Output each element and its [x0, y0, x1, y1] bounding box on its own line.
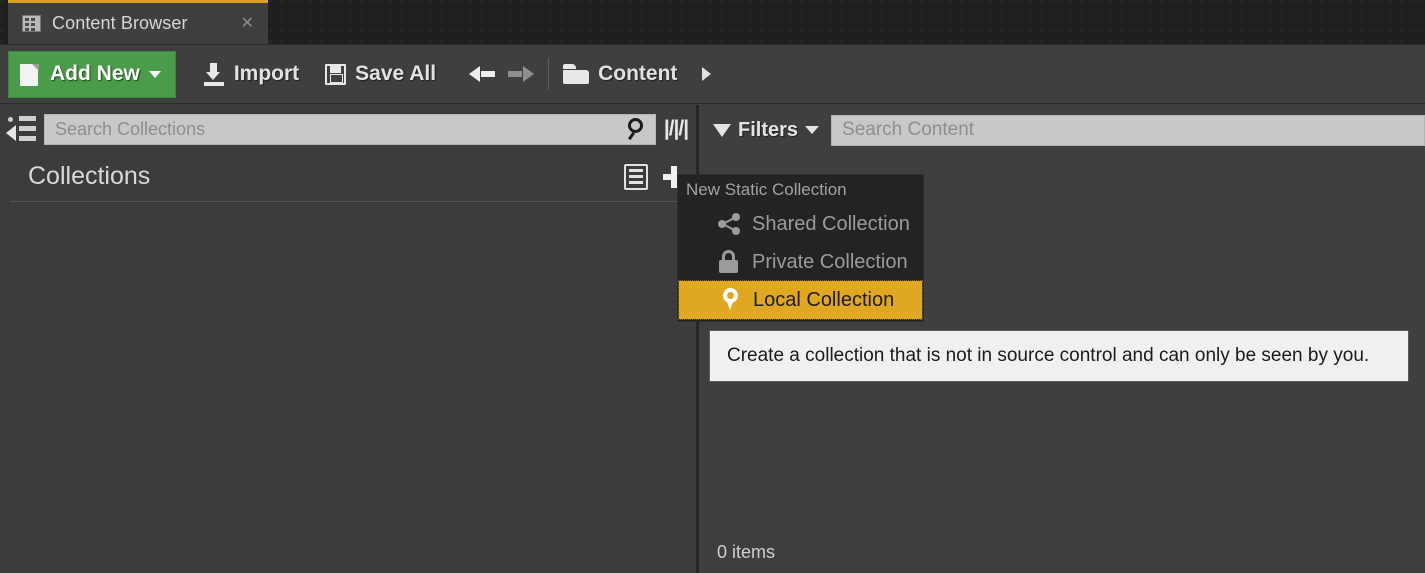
content-browser-window: Content Browser ✕ Add New Import Save Al… — [0, 0, 1425, 573]
items-count-label: 0 items — [717, 542, 776, 562]
new-collection-menu: New Static Collection Shared Collection … — [677, 174, 924, 322]
import-icon — [203, 62, 225, 86]
search-content-input[interactable]: Search Content — [831, 114, 1425, 146]
menu-item-shared-collection[interactable]: Shared Collection — [678, 205, 923, 243]
magnifier-icon[interactable] — [627, 118, 649, 141]
folder-icon — [563, 64, 590, 84]
arrow-right-icon[interactable] — [508, 64, 535, 84]
add-new-button[interactable]: Add New — [8, 50, 176, 98]
collections-header: Collections — [0, 153, 696, 200]
tooltip-text: Create a collection that is not in sourc… — [727, 345, 1370, 366]
menu-item-label: Local Collection — [753, 288, 895, 311]
toolbar-separator — [548, 58, 550, 90]
import-button[interactable]: Import — [190, 51, 312, 98]
funnel-icon — [713, 123, 731, 137]
menu-item-label: Shared Collection — [752, 212, 910, 235]
content-filter-row: Filters Search Content — [699, 105, 1425, 155]
filters-button[interactable]: Filters — [713, 118, 820, 142]
arrow-left-icon[interactable] — [469, 64, 496, 84]
collections-search-row: Search Collections |/|/| — [0, 105, 696, 153]
new-document-icon — [20, 62, 41, 87]
collections-divider — [10, 201, 686, 202]
save-all-label: Save All — [355, 62, 437, 85]
filters-label: Filters — [738, 118, 799, 141]
lock-icon — [718, 250, 740, 274]
menu-header: New Static Collection — [686, 180, 847, 199]
save-all-button[interactable]: Save All — [312, 51, 449, 98]
breadcrumb-label: Content — [598, 62, 678, 85]
main-toolbar: Add New Import Save All Content — [0, 45, 1425, 104]
splitter-toggle-icon[interactable]: |/|/| — [662, 117, 690, 141]
tooltip: Create a collection that is not in sourc… — [709, 330, 1409, 382]
save-icon — [325, 63, 347, 85]
navigation-arrows — [469, 64, 535, 84]
share-icon — [718, 212, 740, 236]
collections-title: Collections — [28, 162, 151, 190]
close-icon[interactable]: ✕ — [237, 15, 258, 32]
chevron-down-icon — [148, 70, 161, 78]
menu-item-private-collection[interactable]: Private Collection — [678, 243, 923, 281]
search-collections-placeholder: Search Collections — [55, 118, 206, 139]
content-browser-icon — [22, 14, 42, 33]
search-content-placeholder: Search Content — [842, 119, 975, 140]
map-pin-icon — [719, 288, 741, 312]
collections-panel: Search Collections |/|/| Collections — [0, 105, 696, 573]
caret-right-icon[interactable] — [702, 67, 712, 81]
add-new-label: Add New — [50, 62, 140, 85]
view-options-icon[interactable] — [624, 163, 648, 190]
menu-item-local-collection[interactable]: Local Collection — [678, 280, 923, 320]
tab-content-browser[interactable]: Content Browser ✕ — [8, 0, 268, 44]
breadcrumb[interactable]: Content — [563, 51, 724, 98]
chevron-down-icon — [805, 126, 820, 134]
tab-strip: Content Browser ✕ — [0, 0, 1425, 45]
import-label: Import — [233, 62, 300, 85]
collapse-tree-icon[interactable] — [6, 115, 38, 143]
search-collections-input[interactable]: Search Collections — [44, 113, 656, 145]
tab-label: Content Browser — [52, 13, 188, 33]
menu-item-label: Private Collection — [752, 250, 908, 273]
